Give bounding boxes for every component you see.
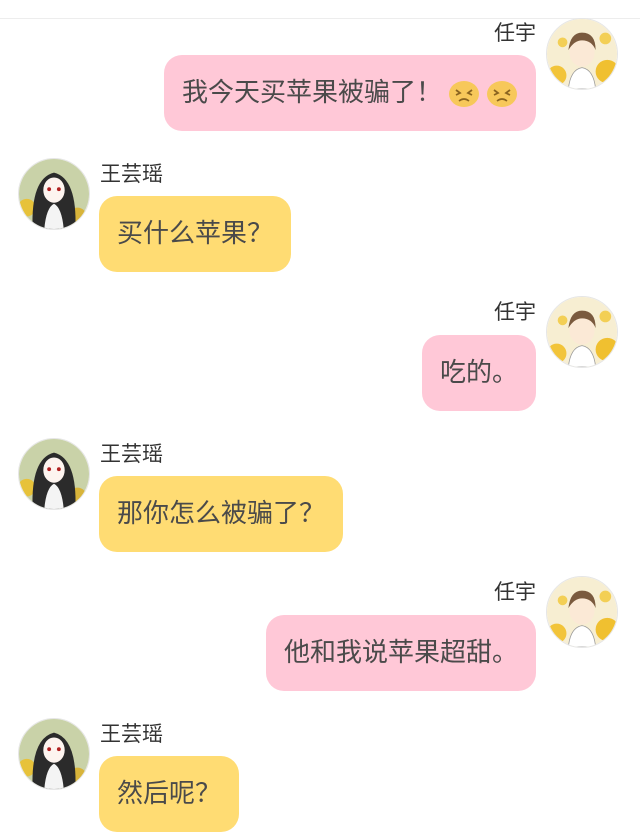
avatar-wangyunyao[interactable] xyxy=(18,718,90,790)
message-bubble[interactable]: 买什么苹果？ xyxy=(99,196,292,272)
sender-name: 王芸瑶 xyxy=(100,442,163,466)
message-bubble[interactable]: 他和我说苹果超甜。 xyxy=(265,615,536,691)
message-text: 然后呢？ xyxy=(117,779,222,809)
avatar-renyu[interactable] xyxy=(546,18,618,90)
sender-name: 任宇 xyxy=(494,300,536,324)
message-row: 任宇 吃的。 xyxy=(0,290,640,420)
sender-name: 王芸瑶 xyxy=(100,722,163,746)
message-row: 王芸瑶 买什么苹果？ xyxy=(0,150,640,280)
sender-name: 任宇 xyxy=(494,580,536,604)
sender-name: 王芸瑶 xyxy=(100,162,163,186)
message-row: 任宇 他和我说苹果超甜。 xyxy=(0,570,640,700)
message-text: 我今天买苹果被骗了！ xyxy=(181,78,442,108)
sender-name: 任宇 xyxy=(494,21,536,45)
avatar-wangyunyao[interactable] xyxy=(18,158,90,230)
avatar-renyu[interactable] xyxy=(546,296,618,368)
message-bubble[interactable]: 那你怎么被骗了？ xyxy=(99,476,344,552)
message-row: 王芸瑶 那你怎么被骗了？ xyxy=(0,430,640,560)
message-text: 买什么苹果？ xyxy=(117,219,274,249)
avatar-wangyunyao[interactable] xyxy=(18,438,90,510)
message-bubble[interactable]: 然后呢？ xyxy=(99,756,240,832)
message-text: 他和我说苹果超甜。 xyxy=(283,638,518,668)
crying-face-icon xyxy=(486,80,518,108)
message-bubble[interactable]: 吃的。 xyxy=(421,335,536,411)
message-bubble[interactable]: 我今天买苹果被骗了！ xyxy=(163,55,536,131)
avatar-renyu[interactable] xyxy=(546,576,618,648)
crying-face-icon xyxy=(448,80,480,108)
message-row: 王芸瑶 然后呢？ xyxy=(0,710,640,832)
message-text: 那你怎么被骗了？ xyxy=(117,499,326,529)
message-text: 吃的。 xyxy=(439,358,518,388)
message-row: 任宇 我今天买苹果被骗了！ xyxy=(0,0,640,140)
